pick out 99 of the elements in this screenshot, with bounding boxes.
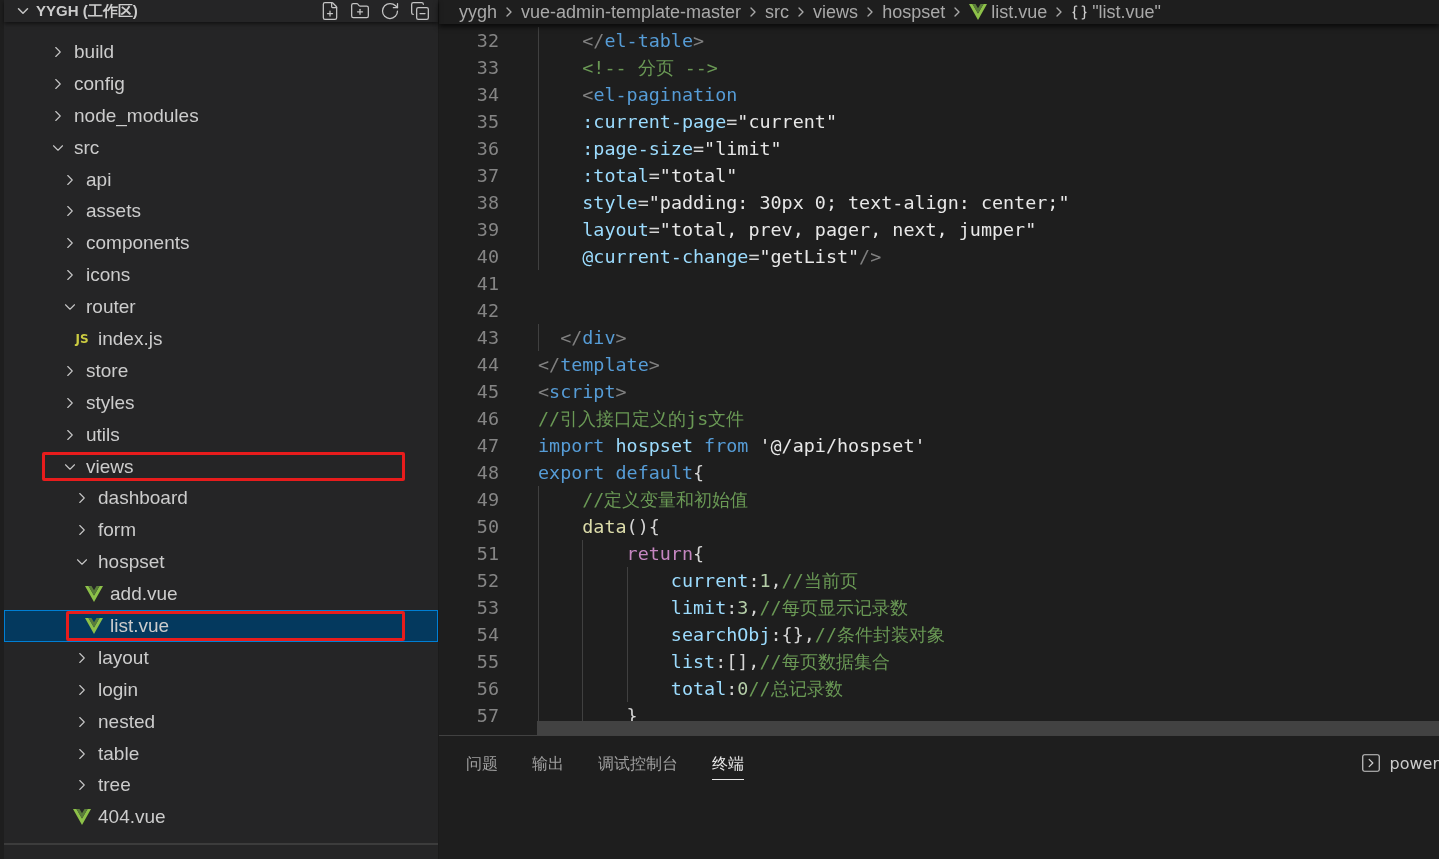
breadcrumb-item[interactable]: "list.vue" [1092, 1, 1161, 23]
terminal-icon[interactable] [1359, 752, 1382, 774]
code-line: import hospset from '@/api/hospset' [538, 434, 926, 458]
folder-tree-item[interactable]: views [4, 450, 438, 483]
file-tree-item[interactable]: list.vue [4, 610, 438, 642]
code-line: current:1,//当前页 [538, 567, 858, 594]
code-line: @current-change="getList"/> [538, 243, 882, 270]
folder-tree-item[interactable]: tree [4, 769, 438, 802]
line-number: 49 [475, 488, 499, 512]
folder-tree-item[interactable]: config [4, 67, 438, 100]
code-line: :page-size="limit" [538, 135, 782, 162]
code-line: <el-pagination [538, 81, 738, 108]
line-number: 34 [475, 83, 499, 107]
line-number: 45 [475, 380, 499, 404]
code-line: </el-table> [538, 27, 705, 54]
panel-tab[interactable]: 调试控制台 [598, 752, 678, 780]
code-line: style="padding: 30px 0; text-align: center;" [538, 189, 1070, 216]
vue-icon [85, 617, 103, 634]
line-number: 33 [475, 56, 499, 80]
breadcrumb-item[interactable]: src [765, 1, 790, 23]
code-line: <!-- 分页 --> [538, 54, 718, 81]
code-line: //定义变量和初始值 [538, 486, 749, 513]
code-line: data(){ [538, 513, 660, 540]
line-number: 42 [475, 299, 499, 323]
panel-tab[interactable]: 问题 [466, 752, 498, 780]
code-line: layout="total, prev, pager, next, jumper" [538, 216, 1037, 243]
line-number: 41 [475, 272, 499, 296]
line-number: 32 [475, 29, 499, 53]
line-number: 50 [475, 515, 499, 539]
code-line: return{ [538, 540, 705, 567]
panel-tab[interactable]: 输出 [532, 752, 564, 780]
line-number: 52 [475, 569, 499, 593]
code-line: limit:3,//每页显示记录数 [538, 594, 908, 621]
braces-icon [1071, 3, 1089, 21]
code-line: total:0//总记录数 [538, 675, 843, 702]
line-number: 44 [475, 353, 499, 377]
panel-tab[interactable]: 终端 [712, 752, 744, 780]
file-tree-item[interactable]: JS index.js [4, 323, 438, 355]
new-file-icon[interactable] [320, 1, 340, 21]
code-line: <script> [538, 380, 627, 404]
folder-tree-item[interactable]: api [4, 163, 438, 196]
code-line: </div> [538, 324, 627, 351]
line-number: 53 [475, 596, 499, 620]
folder-tree-item[interactable]: build [4, 36, 438, 68]
breadcrumb-item[interactable]: list.vue [991, 1, 1048, 23]
terminal-name[interactable]: power [1389, 753, 1439, 773]
folder-tree-item[interactable]: components [4, 227, 438, 260]
line-number: 55 [475, 650, 499, 674]
folder-tree-item[interactable]: nested [4, 705, 438, 738]
collapse-all-icon[interactable] [410, 1, 430, 21]
folder-tree-item[interactable]: node_modules [4, 99, 438, 132]
vue-icon [969, 4, 988, 20]
folder-tree-item[interactable]: utils [4, 418, 438, 451]
line-number: 51 [475, 542, 499, 566]
folder-tree-item[interactable]: store [4, 354, 438, 387]
code-line: searchObj:{},//条件封装对象 [538, 621, 945, 648]
code-line: :current-page="current" [538, 108, 837, 135]
folder-tree-item[interactable]: dashboard [4, 482, 438, 515]
code-line: list:[],//每页数据集合 [538, 648, 890, 675]
folder-tree-item[interactable]: assets [4, 195, 438, 228]
breadcrumb-item[interactable]: views [813, 1, 859, 23]
code-line: :total="total" [538, 162, 738, 189]
line-number: 48 [475, 461, 499, 485]
line-number: 37 [475, 164, 499, 188]
breadcrumb-item[interactable]: yygh [459, 1, 498, 23]
vue-icon [85, 586, 103, 603]
line-number: 35 [475, 110, 499, 134]
folder-tree-item[interactable]: table [4, 737, 438, 770]
line-number: 56 [475, 677, 499, 701]
code-line: </template> [538, 353, 660, 377]
refresh-icon[interactable] [380, 1, 400, 21]
line-number: 46 [475, 407, 499, 431]
line-number: 36 [475, 137, 499, 161]
folder-tree-item[interactable]: form [4, 514, 438, 547]
folder-tree-item[interactable]: styles [4, 386, 438, 419]
line-number: 47 [475, 434, 499, 458]
new-folder-icon[interactable] [350, 1, 370, 21]
file-tree-item[interactable]: 404.vue [4, 801, 438, 834]
js-file-icon: JS [75, 331, 89, 346]
folder-tree-item[interactable]: icons [4, 259, 438, 292]
line-number: 40 [475, 245, 499, 269]
folder-tree-item[interactable]: login [4, 673, 438, 706]
folder-tree-item[interactable]: src [4, 131, 438, 164]
code-line: //引入接口定义的js文件 [538, 407, 745, 431]
line-number: 57 [475, 704, 499, 728]
line-number: 38 [475, 191, 499, 215]
vue-icon [73, 809, 91, 826]
folder-tree-item[interactable]: hospset [4, 546, 438, 579]
line-number: 54 [475, 623, 499, 647]
folder-tree-item[interactable]: router [4, 291, 438, 323]
folder-tree-item[interactable]: layout [4, 641, 438, 674]
code-line: export default{ [538, 461, 705, 485]
workspace-title: YYGH (工作区) [36, 1, 139, 21]
line-number: 43 [475, 326, 499, 350]
file-tree-item[interactable]: add.vue [4, 578, 438, 611]
line-number: 39 [475, 218, 499, 242]
breadcrumb-item[interactable]: hospset [882, 1, 946, 23]
breadcrumb-item[interactable]: vue-admin-template-master [521, 1, 742, 23]
horizontal-scrollbar[interactable] [537, 721, 1439, 735]
